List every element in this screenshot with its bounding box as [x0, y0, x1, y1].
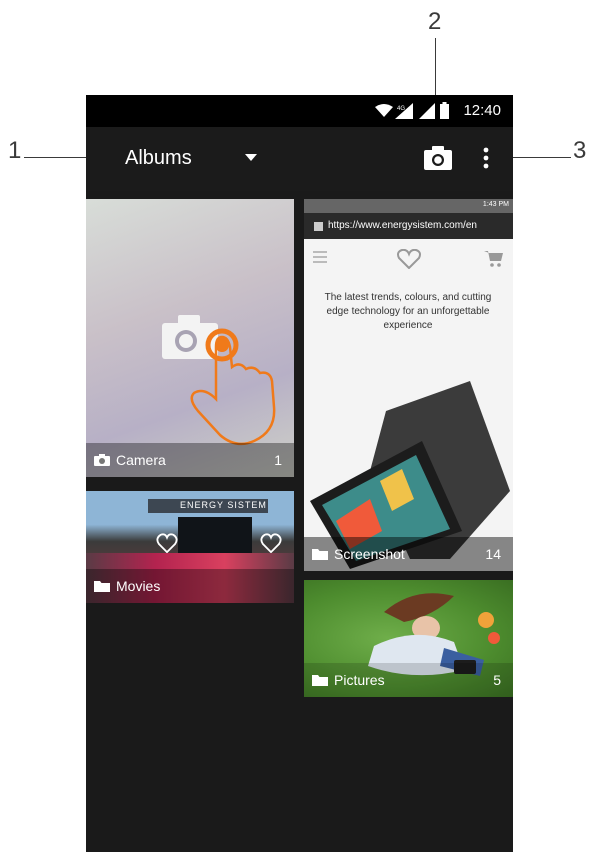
status-time: 12:40 [463, 102, 501, 119]
album-label: Pictures 5 [304, 663, 513, 697]
wifi-icon [375, 104, 393, 117]
album-label: Screenshot 14 [304, 537, 513, 571]
camera-small-icon [94, 454, 110, 466]
battery-icon [440, 102, 449, 119]
heart-icon [156, 533, 178, 553]
more-options-icon[interactable] [480, 141, 492, 175]
album-name: Pictures [334, 672, 385, 688]
lock-icon [314, 222, 323, 231]
folder-icon [94, 581, 110, 592]
status-bar: 4G 12:40 [86, 95, 513, 127]
preview-urlbar: https://www.energysistem.com/en [304, 213, 513, 239]
camera-icon[interactable] [421, 141, 455, 175]
album-count: 5 [493, 672, 501, 688]
albums-title[interactable]: Albums [125, 147, 192, 170]
album-name: Movies [116, 578, 161, 594]
album-screenshot[interactable]: 1:43 PM https://www.energysistem.com/en … [304, 199, 513, 571]
album-label: Camera 1 [86, 443, 294, 477]
menu-icon [313, 251, 327, 263]
heart-outline-icon [397, 249, 421, 269]
album-label: Movies [86, 569, 294, 603]
preview-status-time: 1:43 PM [482, 201, 509, 208]
heart-icon [260, 533, 282, 553]
album-pictures[interactable]: Pictures 5 [304, 580, 513, 697]
callout-1: 1 [8, 137, 22, 164]
album-count: 1 [274, 452, 282, 468]
callout-3: 3 [573, 137, 587, 164]
dropdown-caret-icon[interactable] [245, 154, 257, 161]
signal-icon [419, 103, 435, 119]
album-count: 14 [485, 546, 501, 562]
tap-gesture-icon [190, 328, 276, 446]
app-toolbar: Albums [86, 127, 513, 191]
stage-screen [178, 517, 252, 553]
preview-url: https://www.energysistem.com/en [328, 220, 477, 231]
folder-icon [312, 549, 328, 560]
album-name: Screenshot [334, 546, 405, 562]
folder-icon [312, 675, 328, 686]
album-name: Camera [116, 452, 166, 468]
album-camera[interactable]: Camera 1 [86, 199, 294, 477]
cell-signal-icon: 4G [395, 103, 413, 119]
network-type: 4G [397, 106, 405, 112]
phone-screen: 4G 12:40 Albums Camera 1 ENERGY SISTEM M… [86, 95, 513, 852]
cart-icon [484, 251, 503, 267]
stage-banner: ENERGY SISTEM [180, 500, 267, 510]
preview-text: The latest trends, colours, and cutting … [324, 292, 492, 331]
callout-2: 2 [428, 8, 442, 35]
album-movies[interactable]: ENERGY SISTEM Movies [86, 491, 294, 603]
preview-statusbar: 1:43 PM [304, 199, 513, 213]
